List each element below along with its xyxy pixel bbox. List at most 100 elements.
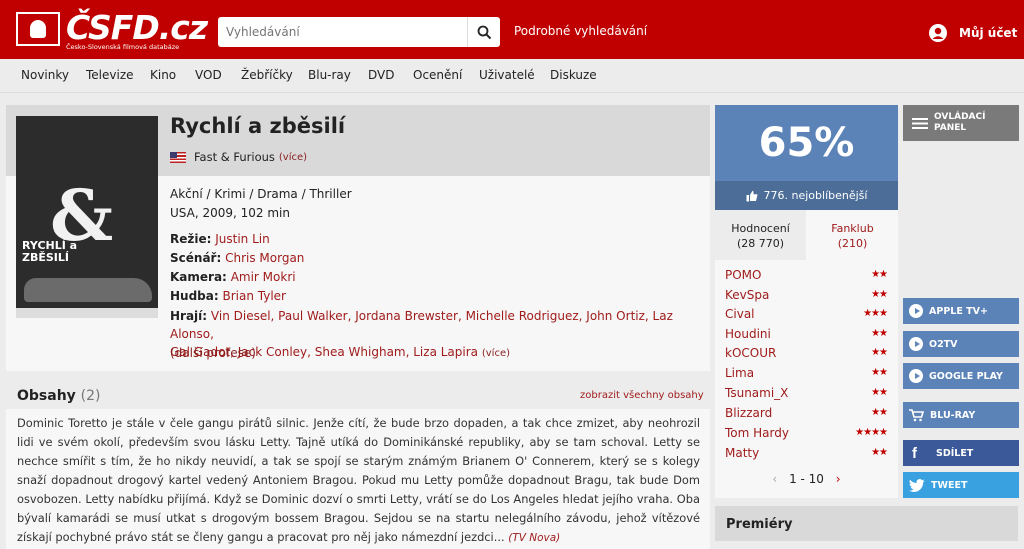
star-rating: ★★ bbox=[871, 328, 888, 339]
star-rating: ★★ bbox=[871, 387, 888, 398]
share-label: SDÍLET bbox=[936, 447, 974, 459]
tab-ratings[interactable]: Hodnocení (28 770) bbox=[715, 210, 806, 260]
advanced-search-link[interactable]: Podrobné vyhledávání bbox=[514, 24, 647, 38]
nav-item-zebricky[interactable]: Žebříčky bbox=[241, 68, 293, 82]
more-titles-link[interactable]: (více) bbox=[279, 152, 307, 163]
search-input[interactable] bbox=[218, 17, 462, 47]
facebook-icon: f bbox=[912, 444, 917, 462]
search-button[interactable] bbox=[467, 17, 500, 47]
poster-footer bbox=[16, 308, 158, 318]
rater-name[interactable]: Tom Hardy bbox=[725, 426, 789, 440]
original-title: Fast & Furious (více) bbox=[170, 150, 307, 164]
star-rating: ★★ bbox=[871, 289, 888, 300]
star-rating: ★★★ bbox=[863, 308, 888, 319]
screenplay-link[interactable]: Chris Morgan bbox=[225, 251, 304, 265]
rater-name[interactable]: POMO bbox=[725, 268, 761, 282]
star-rating: ★★ bbox=[871, 447, 888, 458]
more-cast-link[interactable]: (více) bbox=[482, 348, 510, 359]
google-play-label: GOOGLE PLAY bbox=[929, 370, 1003, 382]
facebook-share-button[interactable]: f SDÍLET bbox=[903, 440, 1019, 466]
original-title-text: Fast & Furious bbox=[194, 150, 275, 164]
o2tv-button[interactable]: O2TV bbox=[903, 331, 1019, 357]
google-play-button[interactable]: GOOGLE PLAY bbox=[903, 363, 1019, 389]
menu-icon bbox=[912, 118, 928, 129]
tab-fanclub-label: Fanklub bbox=[831, 222, 874, 235]
nav-item-televize[interactable]: Televize bbox=[86, 68, 134, 82]
camera-link[interactable]: Amir Mokri bbox=[231, 270, 296, 284]
film-poster[interactable]: & RYCHLÍ a ZBĚSILÍ bbox=[16, 116, 158, 318]
tab-fanclub[interactable]: Fanklub (210) bbox=[807, 210, 898, 260]
screenplay-row: Scénář: Chris Morgan bbox=[170, 251, 304, 265]
film-title: Rychlí a zběsilí bbox=[170, 114, 346, 138]
music-row: Hudba: Brian Tyler bbox=[170, 289, 286, 303]
rating-percent: 65% bbox=[758, 120, 855, 166]
show-all-plots-link[interactable]: zobrazit všechny obsahy bbox=[580, 390, 704, 401]
screenplay-label: Scénář: bbox=[170, 251, 222, 265]
rater-name[interactable]: Cival bbox=[725, 307, 755, 321]
list-item[interactable]: Blizzard ★★ bbox=[725, 406, 888, 426]
apple-tv-button[interactable]: APPLE TV+ bbox=[903, 298, 1019, 324]
account-button[interactable]: Můj účet bbox=[929, 24, 1017, 42]
nav-item-diskuze[interactable]: Diskuze bbox=[550, 68, 597, 82]
nav-item-bluray[interactable]: Blu-ray bbox=[308, 68, 351, 82]
nav-item-dvd[interactable]: DVD bbox=[368, 68, 394, 82]
search-icon bbox=[477, 25, 491, 39]
rater-name[interactable]: Matty bbox=[725, 446, 759, 460]
bluray-button[interactable]: BLU-RAY bbox=[903, 402, 1019, 428]
film-origin: USA, 2009, 102 min bbox=[170, 206, 290, 220]
music-link[interactable]: Brian Tyler bbox=[223, 289, 287, 303]
nav-item-vod[interactable]: VOD bbox=[195, 68, 222, 82]
rater-name[interactable]: Houdini bbox=[725, 327, 771, 341]
list-item[interactable]: KevSpa ★★ bbox=[725, 288, 888, 308]
premieres-title: Premiéry bbox=[726, 517, 793, 532]
account-label: Můj účet bbox=[959, 26, 1018, 40]
rating-rank[interactable]: 776. nejoblíbenější bbox=[715, 181, 898, 210]
star-rating: ★★ bbox=[871, 367, 888, 378]
list-item[interactable]: Tsunami_X ★★ bbox=[725, 386, 888, 406]
rater-name[interactable]: Tsunami_X bbox=[725, 386, 788, 400]
top-bar: ČSFD.cz Česko-Slovenská filmová databáze… bbox=[0, 0, 1024, 59]
cast-links[interactable]: Vin Diesel, Paul Walker, Jordana Brewste… bbox=[170, 309, 673, 341]
poster-title: RYCHLÍ a ZBĚSILÍ bbox=[22, 239, 78, 264]
bluray-label: BLU-RAY bbox=[930, 409, 976, 421]
nav-item-kino[interactable]: Kino bbox=[150, 68, 176, 82]
nav-item-oceneni[interactable]: Ocenění bbox=[413, 68, 462, 82]
list-item[interactable]: kOCOUR ★★ bbox=[725, 346, 888, 366]
main-nav: Novinky Televize Kino VOD Žebříčky Blu-r… bbox=[0, 59, 1024, 93]
list-item[interactable]: POMO ★★ bbox=[725, 268, 888, 288]
control-panel-button[interactable]: OVLÁDACÍ PANEL bbox=[903, 105, 1019, 141]
thumbs-up-icon bbox=[746, 190, 757, 201]
user-icon bbox=[929, 24, 947, 42]
premieres-header[interactable]: Premiéry bbox=[715, 506, 1018, 541]
list-item[interactable]: Matty ★★ bbox=[725, 446, 888, 466]
play-icon bbox=[909, 369, 923, 383]
rater-name[interactable]: KevSpa bbox=[725, 288, 769, 302]
more-professions-link[interactable]: (další profese) bbox=[170, 346, 256, 360]
poster-car bbox=[24, 278, 152, 302]
list-item[interactable]: Cival ★★★ bbox=[725, 307, 888, 327]
director-row: Režie: Justin Lin bbox=[170, 232, 270, 246]
list-item[interactable]: Houdini ★★ bbox=[725, 327, 888, 347]
chevron-left-icon[interactable]: ‹ bbox=[772, 472, 777, 486]
rating-tabs: Hodnocení (28 770) Fanklub (210) bbox=[715, 210, 898, 260]
camera-row: Kamera: Amir Mokri bbox=[170, 270, 296, 284]
rater-name[interactable]: Blizzard bbox=[725, 406, 772, 420]
music-label: Hudba: bbox=[170, 289, 219, 303]
nav-item-novinky[interactable]: Novinky bbox=[21, 68, 69, 82]
twitter-bird-icon bbox=[909, 478, 925, 492]
chevron-right-icon[interactable]: › bbox=[836, 472, 841, 486]
rater-name[interactable]: kOCOUR bbox=[725, 346, 776, 360]
tab-ratings-count: (28 770) bbox=[736, 237, 785, 250]
camera-label: Kamera: bbox=[170, 270, 227, 284]
plot-source: (TV Nova) bbox=[508, 532, 561, 544]
raters-list: POMO ★★ KevSpa ★★ Cival ★★★ Houdini ★★ kOCOU… bbox=[715, 260, 898, 498]
search-box bbox=[218, 17, 500, 47]
rater-name[interactable]: Lima bbox=[725, 366, 754, 380]
director-link[interactable]: Justin Lin bbox=[215, 232, 269, 246]
list-item[interactable]: Lima ★★ bbox=[725, 366, 888, 386]
film-genres: Akční / Krimi / Drama / Thriller bbox=[170, 187, 352, 201]
list-item[interactable]: Tom Hardy ★★★★ bbox=[725, 426, 888, 446]
nav-item-uzivatele[interactable]: Uživatelé bbox=[479, 68, 535, 82]
csfd-logo[interactable]: ČSFD.cz Česko-Slovenská filmová databáze bbox=[16, 8, 208, 54]
twitter-tweet-button[interactable]: TWEET bbox=[903, 472, 1019, 498]
